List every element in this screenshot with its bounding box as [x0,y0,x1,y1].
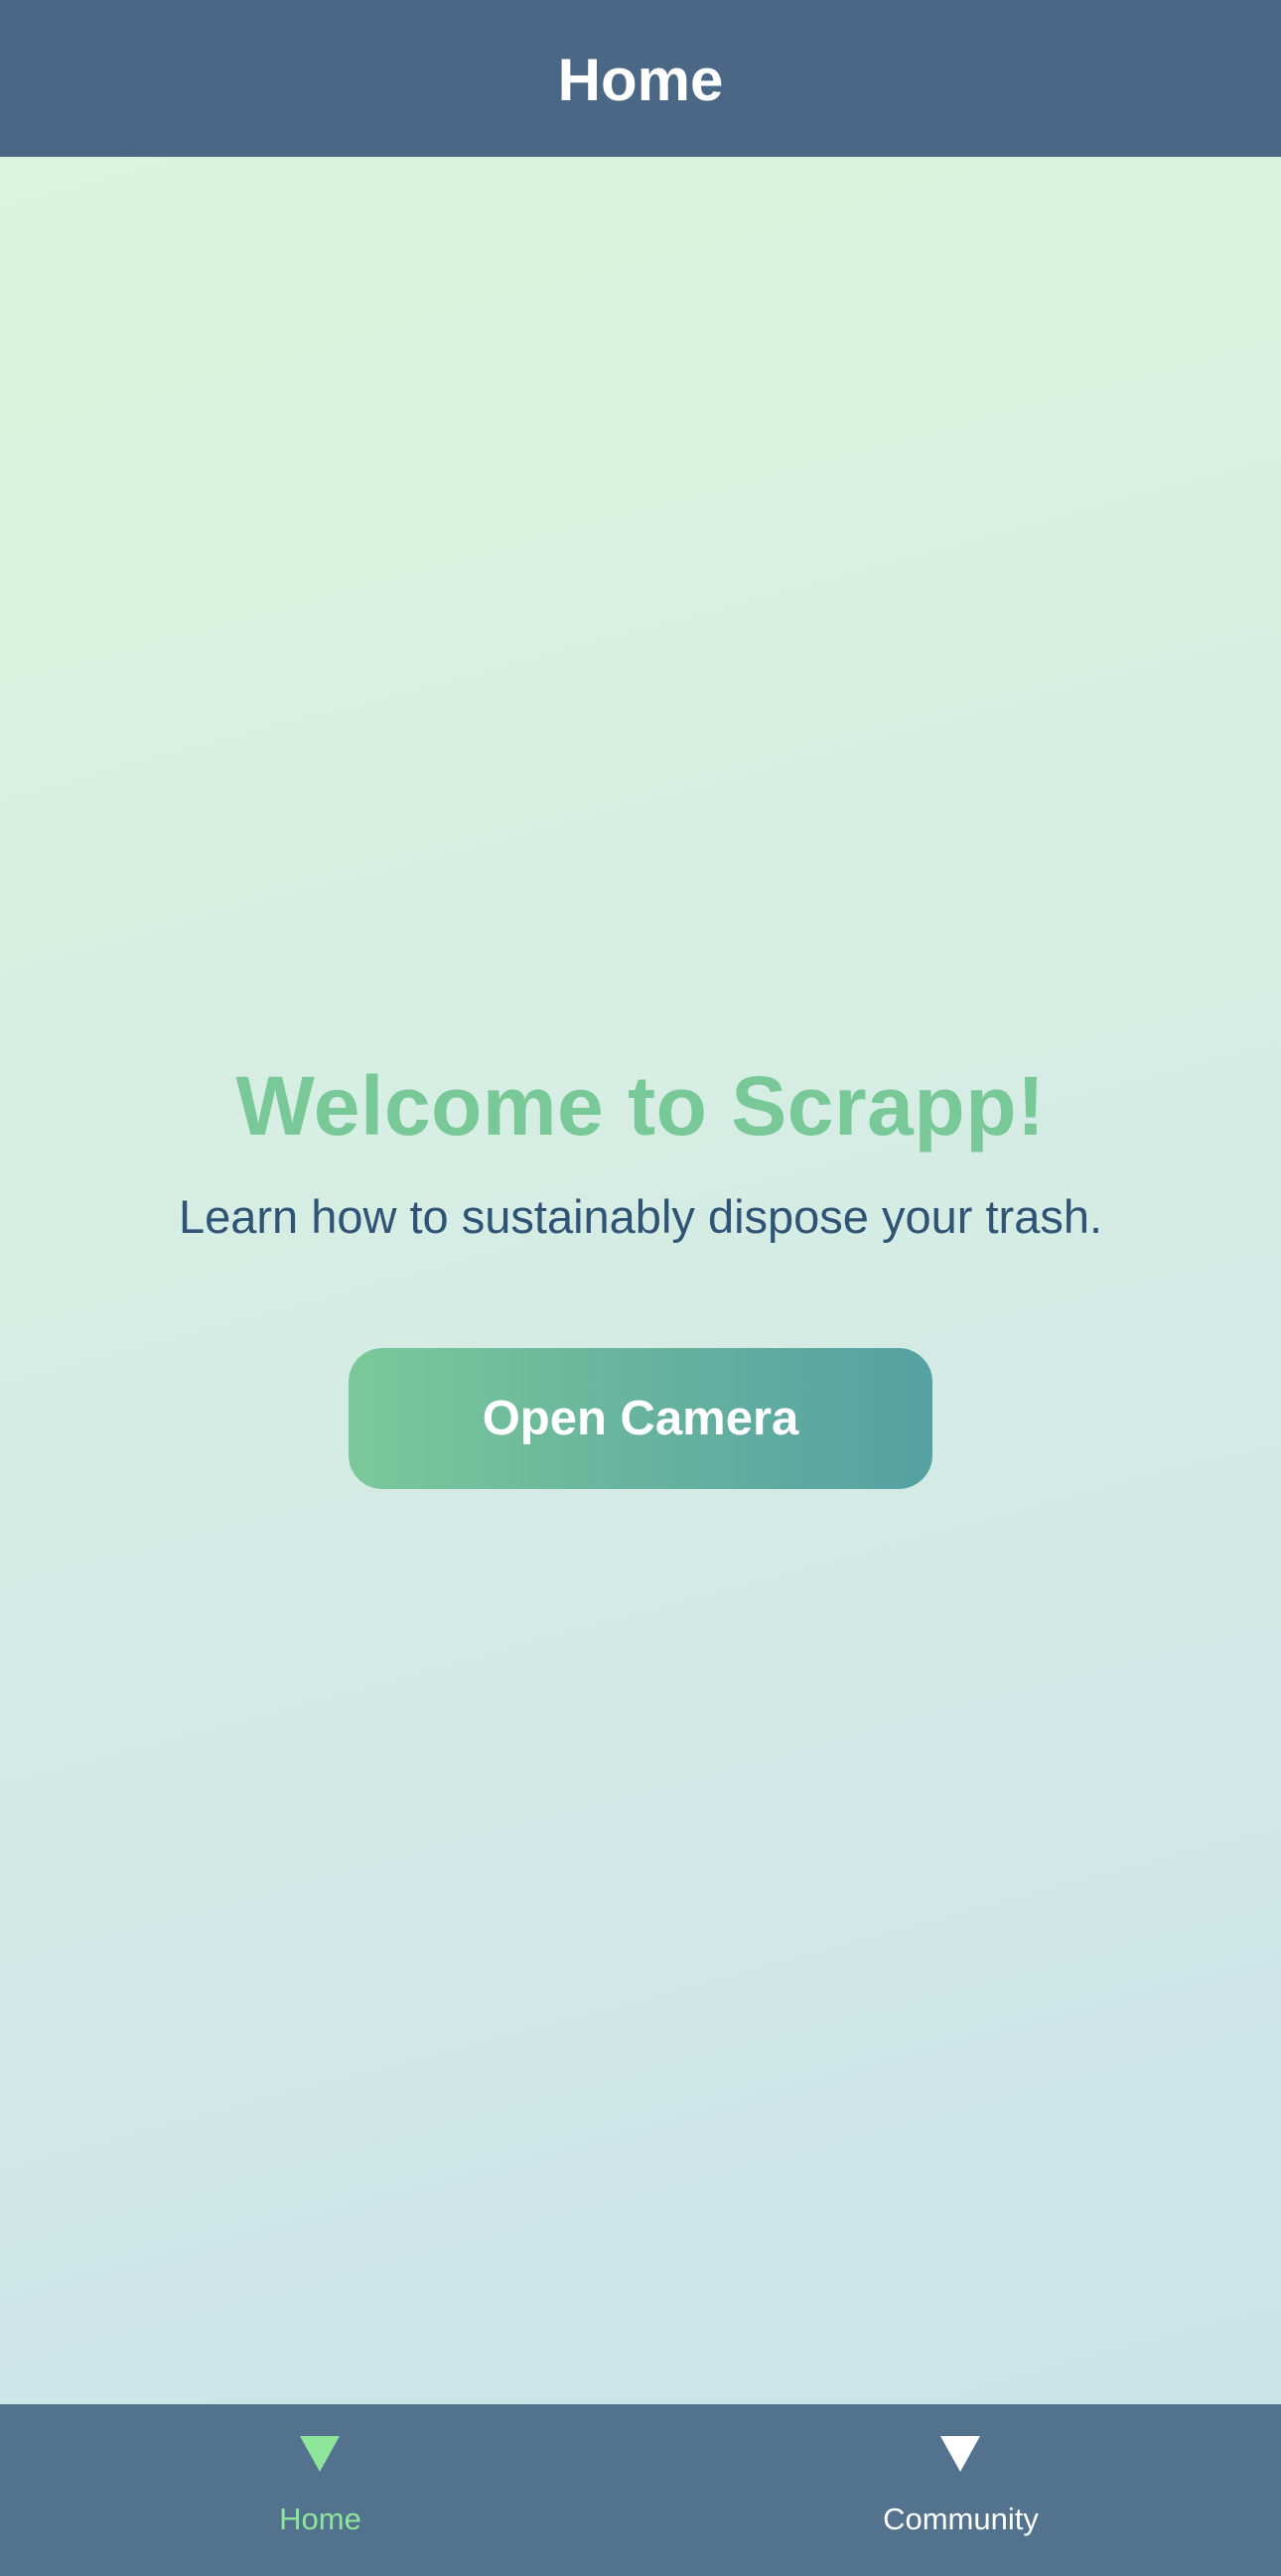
tab-home[interactable]: Home [0,2404,640,2576]
tab-community-label: Community [883,2502,1039,2536]
bottom-tab-bar: Home Community [0,2404,1281,2576]
page-title: Home [557,46,724,113]
tab-community[interactable]: Community [640,2404,1281,2576]
welcome-subtitle: Learn how to sustainably dispose your tr… [178,1190,1103,1243]
open-camera-button[interactable]: Open Camera [349,1348,932,1489]
tab-home-label: Home [279,2502,361,2536]
triangle-down-icon [300,2436,340,2472]
triangle-down-icon [940,2436,980,2472]
welcome-title: Welcome to Scrapp! [235,1059,1046,1152]
home-content: Welcome to Scrapp! Learn how to sustaina… [0,157,1281,2404]
app-screen: Home Welcome to Scrapp! Learn how to sus… [0,0,1281,2576]
open-camera-button-label: Open Camera [482,1392,799,1445]
header-bar: Home [0,0,1281,157]
